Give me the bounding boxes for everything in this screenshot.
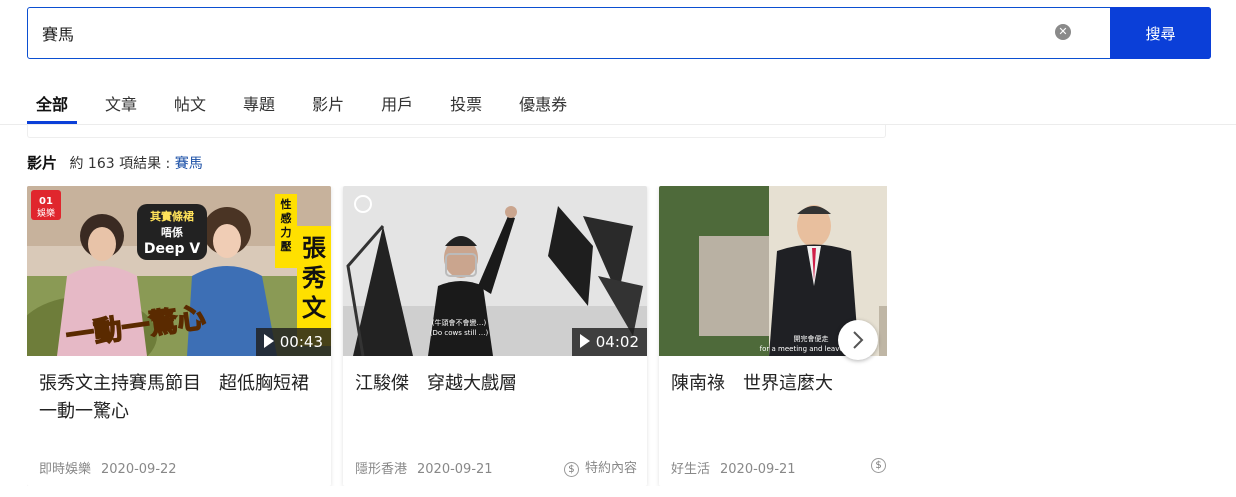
svg-text:01: 01 [39,196,53,207]
video-section-header: 影片 約 163 項結果 : 賽馬 [27,152,203,173]
query-link[interactable]: 賽馬 [175,156,203,172]
svg-text:秀: 秀 [301,264,326,292]
video-source[interactable]: 即時娛樂 [39,462,91,477]
svg-text:唔係: 唔係 [161,225,183,239]
chevron-right-icon [853,331,864,349]
video-card[interactable]: (牛頭會不會變…) (Do cows still …) 04:02 江駿傑 穿越… [343,186,647,486]
search-button[interactable]: 搜尋 [1110,7,1211,59]
video-meta: 好生活 2020-09-21 [671,458,796,477]
video-title[interactable]: 江駿傑 穿越大戲層 [355,370,635,398]
svg-text:開完會便走: 開完會便走 [794,334,829,343]
sponsored-label: 特約內容 [584,461,637,476]
play-icon [263,334,274,348]
video-title[interactable]: 張秀文主持賽馬節目 超低胸短裙一動一驚心 [39,370,319,426]
svg-text:壓: 壓 [281,240,292,253]
video-source[interactable]: 隱形香港 [355,462,407,477]
sponsored-icon: $ [871,458,886,473]
video-carousel: 01 娛樂 其實條裙 唔係 Deep V 性 感 力 壓 張 秀 文 一動一驚心… [27,186,887,486]
svg-text:(Do cows still …): (Do cows still …) [430,329,489,337]
video-date: 2020-09-21 [720,462,796,477]
svg-text:力: 力 [281,225,292,239]
video-date: 2020-09-21 [417,462,493,477]
sponsored-badge: $ 特約內容 [563,457,637,477]
result-count: 約 163 項結果 : [69,156,171,172]
duration-text: 00:43 [279,333,323,351]
sponsored-badge: $ [871,457,887,473]
video-source[interactable]: 好生活 [671,462,710,477]
svg-text:娛樂: 娛樂 [37,207,55,219]
video-duration: 00:43 [255,328,331,356]
video-meta: 隱形香港 2020-09-21 [355,458,493,477]
search-bar: ✕ 搜尋 [27,7,1211,59]
previous-result-card-edge [27,125,886,138]
result-tabs: 全部 文章 帖文 專題 影片 用戶 投票 優惠券 [27,80,595,124]
video-date: 2020-09-22 [101,462,177,477]
tab-users[interactable]: 用戶 [372,80,422,124]
carousel-next-button[interactable] [838,320,878,360]
search-input[interactable] [42,8,1042,58]
tab-articles[interactable]: 文章 [96,80,146,124]
svg-text:張: 張 [302,234,327,262]
tab-posts[interactable]: 帖文 [165,80,215,124]
duration-text: 04:02 [595,333,639,351]
svg-text:性: 性 [281,197,292,211]
tab-coupons[interactable]: 優惠券 [510,80,576,124]
svg-text:Deep V: Deep V [144,241,201,257]
clear-search-icon[interactable]: ✕ [1055,24,1071,40]
play-icon [579,334,590,348]
tab-videos[interactable]: 影片 [303,80,353,124]
video-meta: 即時娛樂 2020-09-22 [39,458,177,477]
video-thumbnail[interactable]: 01 娛樂 其實條裙 唔係 Deep V 性 感 力 壓 張 秀 文 一動一驚心… [27,186,331,356]
sponsored-icon: $ [563,462,579,477]
tab-topics[interactable]: 專題 [234,80,284,124]
tab-polls[interactable]: 投票 [441,80,491,124]
video-card[interactable]: 01 娛樂 其實條裙 唔係 Deep V 性 感 力 壓 張 秀 文 一動一驚心… [27,186,331,486]
svg-text:文: 文 [302,294,327,322]
video-title[interactable]: 陳南祿 世界這麼大 [671,370,887,398]
svg-text:其實條裙: 其實條裙 [150,209,194,223]
video-duration: 04:02 [571,328,647,356]
video-thumbnail[interactable]: (牛頭會不會變…) (Do cows still …) 04:02 [343,186,647,356]
section-title: 影片 [27,154,58,172]
tab-all[interactable]: 全部 [27,80,78,124]
svg-text:(牛頭會不會變…): (牛頭會不會變…) [432,318,487,327]
svg-text:感: 感 [281,211,292,225]
